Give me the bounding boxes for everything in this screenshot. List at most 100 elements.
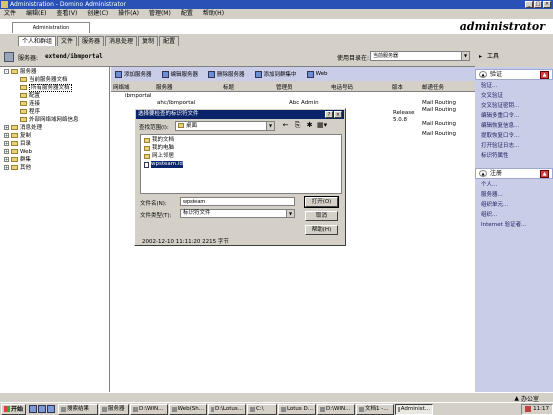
tool-id-properties[interactable]: 标识符属性 xyxy=(481,152,509,160)
taskbar-item[interactable]: 文档1 -... xyxy=(356,403,395,415)
expand-icon[interactable]: + xyxy=(4,133,9,138)
tree-node-all-server-docs[interactable]: 所有服务器文档 xyxy=(20,84,72,92)
tool-extract-recovery-password[interactable]: 提取恢复口令... xyxy=(481,132,519,140)
dialog-close-button[interactable]: × xyxy=(334,111,342,118)
col-mail-tasks[interactable]: 邮递任务 xyxy=(422,83,444,91)
dialog-help-button[interactable]: ? xyxy=(325,111,333,118)
taskbar-item[interactable]: 搜索结果 xyxy=(58,403,99,415)
add-server-button[interactable]: 添加服务器 xyxy=(115,70,152,78)
menu-view[interactable]: 查看(V) xyxy=(57,9,78,19)
col-phone[interactable]: 电话号码 xyxy=(331,83,353,91)
tool-register-org[interactable]: 组织... xyxy=(481,211,497,219)
list-item-network-places[interactable]: 网上邻居 xyxy=(144,153,174,160)
add-to-cluster-button[interactable]: 添加到群集中 xyxy=(254,70,297,78)
tab-replication[interactable]: 复制 xyxy=(138,36,159,46)
taskbar-item-active[interactable]: Administ... xyxy=(395,403,434,415)
collapse-section-icon[interactable]: ▲ xyxy=(540,170,549,178)
expand-icon[interactable]: + xyxy=(4,125,9,130)
tree-node-connections[interactable]: 连接 xyxy=(20,101,40,108)
tree-node-servers[interactable]: - 服务器 xyxy=(4,69,37,76)
tool-register-person[interactable]: 个人... xyxy=(481,181,497,189)
col-admin[interactable]: 管理员 xyxy=(276,83,293,91)
maximize-button[interactable]: □ xyxy=(534,1,542,8)
edit-server-button[interactable]: 编辑服务器 xyxy=(161,70,198,78)
up-folder-icon[interactable]: ⎘ xyxy=(293,121,302,130)
menu-actions[interactable]: 操作(A) xyxy=(118,9,139,19)
tool-cross-certify-key[interactable]: 交叉验证密钥... xyxy=(481,102,519,110)
new-folder-icon[interactable]: ✱ xyxy=(305,121,314,130)
menu-configuration[interactable]: 配置 xyxy=(181,9,193,19)
dropdown-arrow-icon[interactable]: ▼ xyxy=(286,210,294,217)
filetype-select[interactable]: 标识符文件 ▼ xyxy=(180,209,295,218)
tree-node-current-server-doc[interactable]: 当前服务器文档 xyxy=(20,77,68,84)
tab-people-groups[interactable]: 个人和群组 xyxy=(18,36,57,46)
tool-cross-certify[interactable]: 交叉验证 xyxy=(481,92,503,100)
minimize-button[interactable]: _ xyxy=(525,1,533,8)
expand-icon[interactable]: + xyxy=(4,149,9,154)
start-button[interactable]: 开始 xyxy=(1,403,27,415)
tool-open-cert-log[interactable]: 打开验证日志... xyxy=(481,142,519,150)
tab-configuration[interactable]: 配置 xyxy=(159,36,180,46)
cancel-button[interactable]: 取消 xyxy=(305,211,338,221)
tree-node-programs[interactable]: 程序 xyxy=(20,109,40,116)
tree-node-replication[interactable]: + 复制 xyxy=(4,133,31,140)
web-button[interactable]: Web xyxy=(306,70,328,78)
tab-files[interactable]: 文件 xyxy=(57,36,78,46)
open-button[interactable]: 打开(O) xyxy=(304,196,339,208)
col-domain[interactable]: 网络域 xyxy=(113,83,130,91)
tool-register-server[interactable]: 服务器... xyxy=(481,191,503,199)
tools-header[interactable]: ▸ 工具 xyxy=(475,47,553,67)
collapse-icon[interactable]: - xyxy=(4,69,9,74)
taskbar-item[interactable]: D:\WIN... xyxy=(130,403,169,415)
filename-input[interactable] xyxy=(180,197,295,206)
taskbar-item[interactable]: D:\WIN... xyxy=(317,403,356,415)
menu-create[interactable]: 创建(C) xyxy=(87,9,108,19)
tool-internet-certifier[interactable]: Internet 验证者... xyxy=(481,221,526,229)
col-title[interactable]: 标题 xyxy=(223,83,234,91)
collapse-section-icon[interactable]: ▲ xyxy=(540,71,549,79)
directory-select[interactable]: 当前服务器 ▼ xyxy=(370,51,470,61)
section-certification[interactable]: ▲ 验证 ▲ xyxy=(475,69,553,80)
tool-edit-multiple-passwords[interactable]: 编辑多重口令... xyxy=(481,112,519,120)
menu-edit[interactable]: 编辑(E) xyxy=(26,9,46,19)
table-row-server[interactable]: ahc/ibmportal xyxy=(157,100,195,107)
expand-icon[interactable]: + xyxy=(4,165,9,170)
list-item-id-file[interactable]: wpsteam.id xyxy=(144,161,183,168)
taskbar-item[interactable]: Lotus D... xyxy=(278,403,317,415)
tree-node-external-domain[interactable]: 外部网络域网络信息 xyxy=(20,117,79,124)
help-button[interactable]: 帮助(H) xyxy=(305,225,338,235)
section-registration[interactable]: ▲ 注册 ▲ xyxy=(475,168,553,179)
view-menu-icon[interactable]: ▦▾ xyxy=(317,121,327,130)
tree-node-web[interactable]: + Web xyxy=(4,149,32,156)
app-tab[interactable]: Administration xyxy=(12,22,90,33)
col-server[interactable]: 服务器 xyxy=(156,83,173,91)
dropdown-arrow-icon[interactable]: ▼ xyxy=(266,122,274,130)
delete-server-button[interactable]: 删除服务器 xyxy=(208,70,245,78)
tool-edit-recovery-info[interactable]: 编辑恢复信息... xyxy=(481,122,519,130)
desktop-icon[interactable] xyxy=(29,405,38,413)
close-button[interactable]: × xyxy=(543,1,551,8)
taskbar-item[interactable]: D:\Lotus... xyxy=(208,403,247,415)
taskbar-item[interactable]: C:\ xyxy=(247,403,278,415)
taskbar-item[interactable]: 服务器 xyxy=(99,403,130,415)
table-row-domain[interactable]: ibmportal xyxy=(125,93,152,100)
tab-server[interactable]: 服务器 xyxy=(78,36,105,46)
expand-icon[interactable]: + xyxy=(4,141,9,146)
tab-messaging[interactable]: 消息处理 xyxy=(105,36,138,46)
tree-node-configuration[interactable]: 配置 xyxy=(20,93,40,100)
tree-node-misc[interactable]: + 其他 xyxy=(4,165,31,172)
tool-register-org-unit[interactable]: 组织单元... xyxy=(481,201,508,209)
tool-certify[interactable]: 验证... xyxy=(481,82,497,90)
dropdown-arrow-icon[interactable]: ▼ xyxy=(461,52,469,60)
tree-node-messaging[interactable]: + 消息处理 xyxy=(4,125,42,132)
back-icon[interactable]: ← xyxy=(281,121,290,130)
browser-icon[interactable] xyxy=(38,405,47,413)
list-item-my-documents[interactable]: 我的文档 xyxy=(144,137,174,144)
look-in-select[interactable]: 桌面 ▼ xyxy=(175,121,275,131)
taskbar-item[interactable]: Web(Sh... xyxy=(169,403,208,415)
menu-file[interactable]: 文件 xyxy=(4,9,16,19)
expand-icon[interactable]: + xyxy=(4,157,9,162)
explorer-icon[interactable] xyxy=(47,405,56,413)
tree-node-clusters[interactable]: + 群集 xyxy=(4,157,31,164)
menu-administration[interactable]: 管理(M) xyxy=(149,9,171,19)
